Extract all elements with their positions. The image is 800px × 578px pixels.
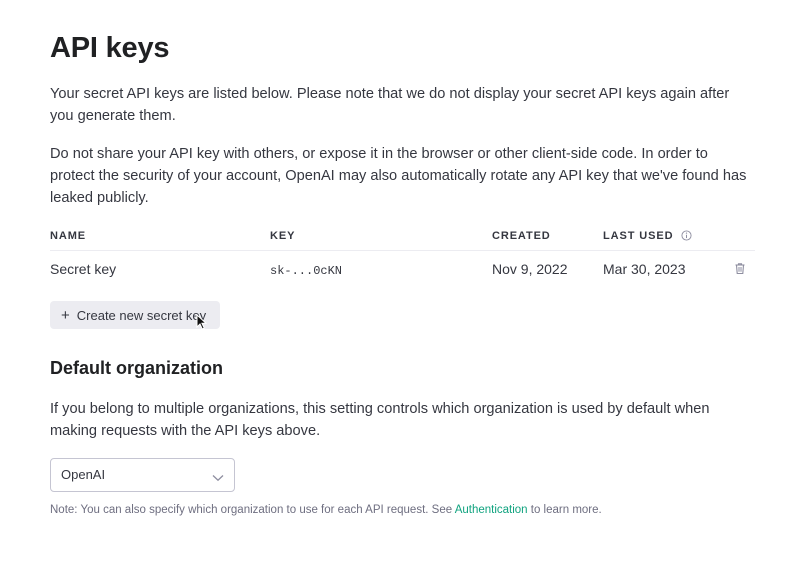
chevron-down-icon — [212, 469, 224, 487]
trash-icon[interactable] — [734, 262, 746, 280]
organization-description: If you belong to multiple organizations,… — [50, 401, 710, 439]
header-created: CREATED — [492, 230, 551, 242]
note-text-after: to learn more. — [527, 504, 602, 516]
pointer-cursor-icon — [196, 313, 208, 335]
authentication-link[interactable]: Authentication — [455, 504, 528, 516]
organization-select-value: OpenAI — [61, 467, 106, 482]
key-name-cell: Secret key — [50, 261, 117, 277]
table-row: Secret key sk-...0cKN Nov 9, 2022 Mar 30… — [50, 251, 755, 291]
created-date-cell: Nov 9, 2022 — [492, 261, 568, 277]
organization-select[interactable]: OpenAI — [50, 458, 235, 492]
last-used-cell: Mar 30, 2023 — [603, 261, 686, 277]
api-keys-table: NAME KEY CREATED LAST USED Secret key sk… — [50, 226, 755, 291]
plus-icon: + — [61, 306, 70, 324]
header-last-used: LAST USED — [603, 230, 692, 244]
header-name: NAME — [50, 230, 86, 242]
info-icon[interactable] — [681, 230, 692, 244]
page-title: API keys — [50, 32, 170, 64]
header-last-used-label: LAST USED — [603, 230, 674, 242]
table-header-row: NAME KEY CREATED LAST USED — [50, 226, 755, 251]
organization-note: Note: You can also specify which organiz… — [50, 504, 602, 516]
create-button-label: Create new secret key — [76, 307, 207, 323]
intro-paragraph: Your secret API keys are listed below. P… — [50, 86, 730, 124]
create-new-secret-key-button[interactable]: + Create new secret key — [50, 301, 220, 329]
note-text-before: Note: You can also specify which organiz… — [50, 504, 455, 516]
header-key: KEY — [270, 230, 296, 242]
default-organization-title: Default organization — [50, 358, 224, 378]
security-paragraph: Do not share your API key with others, o… — [50, 146, 747, 206]
key-value-cell: sk-...0cKN — [270, 264, 343, 278]
